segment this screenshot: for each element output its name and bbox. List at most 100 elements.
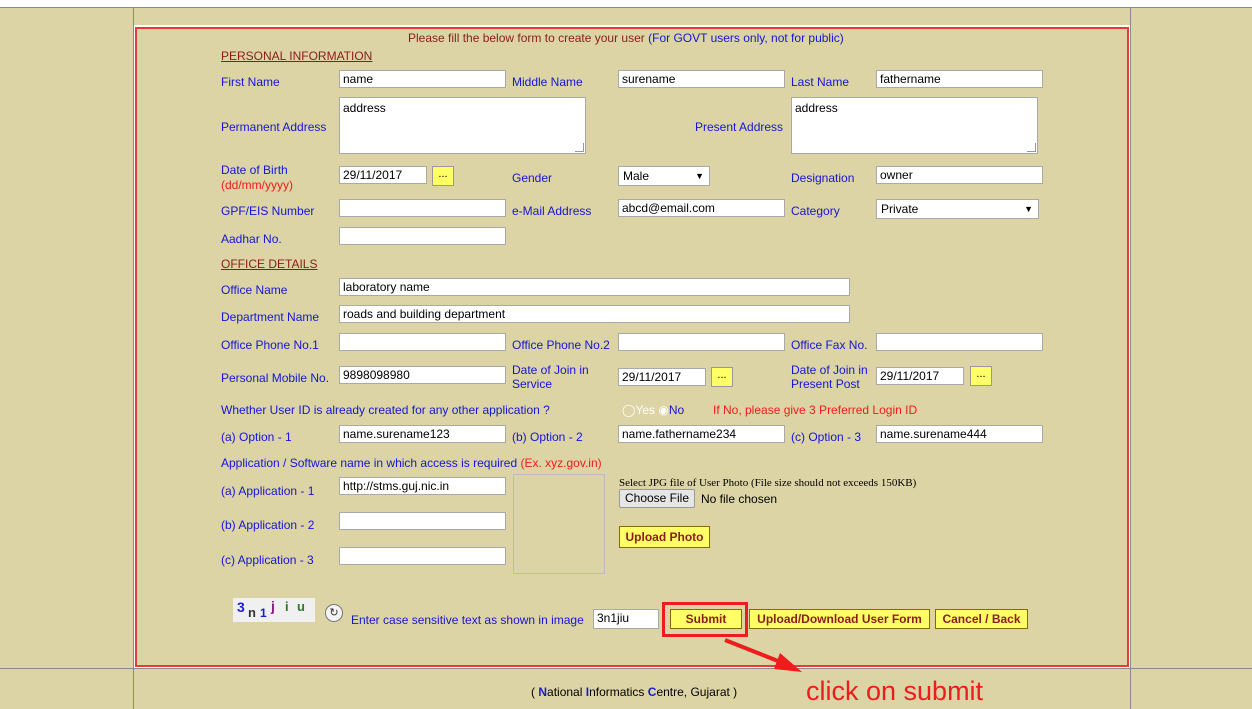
- dob-calendar-button[interactable]: ...: [432, 166, 454, 186]
- upload-download-form-button[interactable]: Upload/Download User Form: [749, 609, 930, 629]
- no-file-text: No file chosen: [701, 492, 778, 506]
- chevron-down-icon: ▼: [1024, 204, 1033, 214]
- join-service-label: Date of Join in Service: [512, 363, 589, 391]
- office-name-label: Office Name: [221, 283, 288, 297]
- header-band: [0, 8, 1252, 25]
- dob-input[interactable]: 29/11/2017: [339, 166, 427, 184]
- radio-no-icon[interactable]: ◉: [658, 403, 668, 417]
- photo-preview: [513, 474, 605, 574]
- intro-text: Please fill the below form to create you…: [408, 31, 645, 45]
- email-input[interactable]: abcd@email.com: [618, 199, 785, 217]
- submit-button[interactable]: Submit: [670, 609, 742, 629]
- phone2-input[interactable]: [618, 333, 785, 351]
- captcha-char: u: [297, 599, 305, 614]
- last-name-label: Last Name: [791, 75, 850, 89]
- refresh-captcha-icon[interactable]: ↻: [325, 604, 343, 622]
- gender-select[interactable]: Male ▼: [618, 166, 710, 186]
- captcha-prompt: Enter case sensitive text as shown in im…: [351, 613, 584, 627]
- chevron-down-icon: ▼: [695, 171, 704, 181]
- form-intro: Please fill the below form to create you…: [408, 31, 844, 45]
- app1-input[interactable]: http://stms.guj.nic.in: [339, 477, 506, 495]
- app-question-text: Application / Software name in which acc…: [221, 456, 518, 470]
- captcha-image: 3 n 1 j i u: [233, 598, 315, 622]
- gpf-label: GPF/EIS Number: [221, 204, 315, 218]
- present-address-input[interactable]: address: [791, 97, 1038, 154]
- footer-credit: ( National Informatics Centre, Gujarat ): [531, 685, 737, 699]
- option2-input[interactable]: name.fathername234: [618, 425, 785, 443]
- middle-name-input[interactable]: surename: [618, 70, 785, 88]
- dob-format-hint: (dd/mm/yyyy): [221, 178, 293, 192]
- left-band: [0, 25, 134, 709]
- phone1-input[interactable]: [339, 333, 506, 351]
- category-value: Private: [881, 202, 919, 216]
- fax-input[interactable]: [876, 333, 1043, 351]
- userid-radio-group: ◯Yes ◉No: [622, 403, 684, 417]
- last-name-input[interactable]: fathername: [876, 70, 1043, 88]
- radio-yes-icon[interactable]: ◯: [622, 403, 635, 417]
- join-service-label-line2: Service: [512, 377, 553, 391]
- department-label: Department Name: [221, 310, 320, 324]
- category-select[interactable]: Private ▼: [876, 199, 1039, 219]
- department-input[interactable]: roads and building department: [339, 305, 850, 323]
- left-column-line: [133, 7, 134, 709]
- annotation-arrow-icon: [724, 638, 802, 672]
- top-rule: [0, 7, 1252, 8]
- option2-label: (b) Option - 2: [512, 430, 583, 444]
- footer-rule: [0, 668, 1252, 669]
- office-section-title: OFFICE DETAILS: [221, 257, 318, 271]
- office-name-input[interactable]: laboratory name: [339, 278, 850, 296]
- join-post-label: Date of Join in Present Post: [791, 363, 868, 391]
- join-post-label-line1: Date of Join in: [791, 363, 868, 377]
- app3-input[interactable]: [339, 547, 506, 565]
- captcha-char: 1: [260, 606, 267, 620]
- app3-label: (c) Application - 3: [221, 553, 314, 567]
- footer-word-nformatics: nformatics: [589, 685, 645, 699]
- join-post-input[interactable]: 29/11/2017: [876, 367, 964, 385]
- email-label: e-Mail Address: [512, 204, 592, 218]
- join-service-label-line1: Date of Join in: [512, 363, 589, 377]
- footer-word-entre: entre, Gujarat: [656, 685, 730, 699]
- mobile-input[interactable]: 9898098980: [339, 366, 506, 384]
- designation-label: Designation: [791, 171, 855, 185]
- captcha-char: j: [271, 598, 275, 614]
- middle-name-label: Middle Name: [512, 75, 583, 89]
- app1-label: (a) Application - 1: [221, 484, 315, 498]
- captcha-char: n: [248, 605, 256, 620]
- captcha-char: i: [285, 599, 289, 614]
- aadhar-label: Aadhar No.: [221, 232, 282, 246]
- gpf-input[interactable]: [339, 199, 506, 217]
- present-address-text: address: [795, 101, 838, 115]
- upload-photo-button[interactable]: Upload Photo: [619, 526, 710, 548]
- dob-label: Date of Birth: [221, 163, 288, 177]
- option1-input[interactable]: name.surename123: [339, 425, 506, 443]
- captcha-input[interactable]: 3n1jiu: [593, 609, 659, 629]
- first-name-input[interactable]: name: [339, 70, 506, 88]
- mobile-label: Personal Mobile No.: [221, 371, 330, 385]
- intro-note: (For GOVT users only, not for public): [648, 31, 844, 45]
- phone2-label: Office Phone No.2: [512, 338, 610, 352]
- annotation-text: click on submit: [806, 676, 984, 706]
- option3-input[interactable]: name.surename444: [876, 425, 1043, 443]
- cancel-back-button[interactable]: Cancel / Back: [935, 609, 1028, 629]
- userid-note: If No, please give 3 Preferred Login ID: [713, 403, 918, 417]
- gender-value: Male: [623, 169, 650, 183]
- permanent-address-input[interactable]: address: [339, 97, 586, 154]
- designation-input[interactable]: owner: [876, 166, 1043, 184]
- radio-no-label: No: [668, 403, 685, 417]
- resize-grip-icon[interactable]: [575, 143, 584, 152]
- resize-grip-icon[interactable]: [1027, 143, 1036, 152]
- join-service-calendar-button[interactable]: ...: [711, 367, 733, 387]
- present-address-label: Present Address: [695, 120, 784, 134]
- join-service-input[interactable]: 29/11/2017: [618, 368, 706, 386]
- phone1-label: Office Phone No.1: [221, 338, 319, 352]
- personal-section-title: PERSONAL INFORMATION: [221, 49, 373, 63]
- footer-word-ational: ational: [547, 685, 583, 699]
- aadhar-input[interactable]: [339, 227, 506, 245]
- join-post-calendar-button[interactable]: ...: [970, 366, 992, 386]
- choose-file-button[interactable]: Choose File: [619, 489, 695, 508]
- app2-input[interactable]: [339, 512, 506, 530]
- permanent-address-label: Permanent Address: [221, 120, 327, 134]
- fax-label: Office Fax No.: [791, 338, 868, 352]
- option3-label: (c) Option - 3: [791, 430, 862, 444]
- gender-label: Gender: [512, 171, 553, 185]
